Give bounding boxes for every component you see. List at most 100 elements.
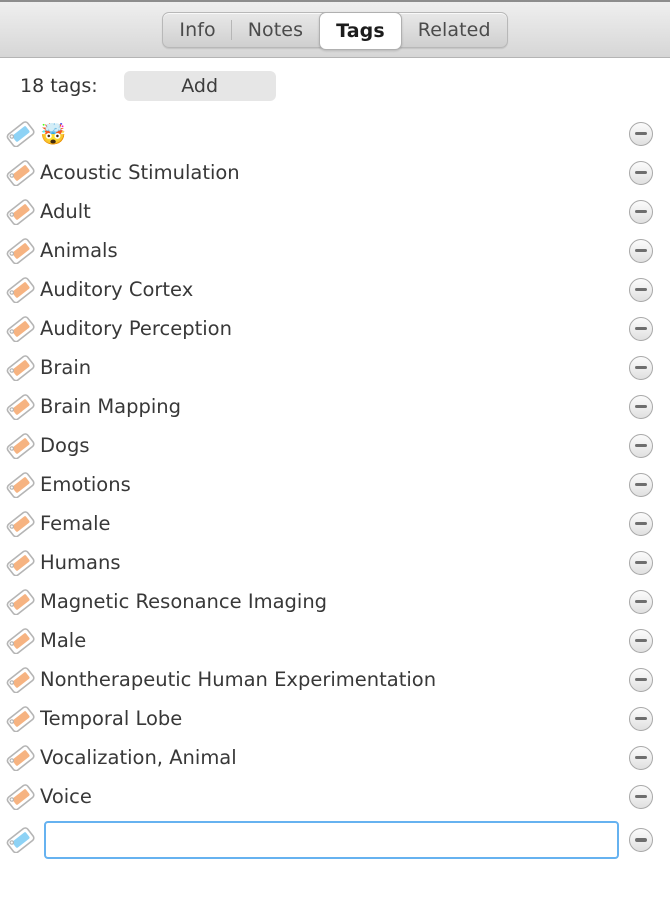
new-tag-input[interactable] — [44, 821, 619, 859]
tab-label: Tags — [336, 19, 385, 42]
tag-icon — [6, 549, 40, 577]
tag-icon — [6, 783, 40, 811]
remove-tag-button[interactable] — [629, 121, 653, 146]
minus-icon — [635, 638, 647, 643]
tag-icon — [6, 744, 40, 772]
tag-row: Female — [0, 504, 670, 543]
tag-row: Male — [0, 621, 670, 660]
tag-label[interactable]: Humans — [40, 552, 619, 573]
remove-tag-button[interactable] — [629, 706, 653, 731]
remove-tag-button[interactable] — [629, 316, 653, 341]
remove-tag-button[interactable] — [629, 511, 653, 536]
remove-tag-button[interactable] — [629, 160, 653, 185]
tag-label[interactable]: Nontherapeutic Human Experimentation — [40, 669, 619, 690]
minus-icon — [635, 838, 647, 842]
tag-icon — [6, 471, 40, 499]
tag-row: Dogs — [0, 426, 670, 465]
tag-icon — [6, 393, 40, 421]
tag-label[interactable]: Auditory Cortex — [40, 279, 619, 300]
tag-row: Magnetic Resonance Imaging — [0, 582, 670, 621]
tag-label[interactable]: Adult — [40, 201, 619, 222]
tag-icon — [6, 120, 40, 148]
minus-icon — [635, 677, 647, 682]
tag-icon — [6, 705, 40, 733]
tag-icon — [6, 510, 40, 538]
tag-label[interactable]: Magnetic Resonance Imaging — [40, 591, 619, 612]
minus-icon — [635, 209, 647, 214]
tag-label[interactable]: Animals — [40, 240, 619, 261]
remove-tag-button[interactable] — [629, 238, 653, 263]
tag-icon — [6, 354, 40, 382]
minus-icon — [635, 521, 647, 526]
minus-icon — [635, 170, 647, 175]
tag-row: Vocalization, Animal — [0, 738, 670, 777]
tag-icon — [6, 198, 40, 226]
minus-icon — [635, 326, 647, 331]
tag-count-label: 18 tags: — [20, 75, 98, 97]
remove-tag-button[interactable] — [629, 355, 653, 380]
minus-icon — [635, 443, 647, 448]
remove-tag-button[interactable] — [629, 784, 653, 809]
remove-tag-button[interactable] — [629, 589, 653, 614]
tag-icon — [6, 432, 40, 460]
remove-tag-button[interactable] — [629, 628, 653, 653]
minus-icon — [635, 365, 647, 370]
minus-icon — [635, 755, 647, 760]
tab-label: Info — [179, 18, 216, 41]
tag-row: Humans — [0, 543, 670, 582]
pane-header: Info Notes Tags Related — [0, 0, 670, 58]
tab-label: Notes — [247, 18, 304, 41]
remove-tag-button[interactable] — [629, 667, 653, 692]
new-tag-row — [0, 816, 670, 864]
tag-label[interactable]: Temporal Lobe — [40, 708, 619, 729]
tab-info[interactable]: Info — [163, 13, 232, 47]
tag-label[interactable]: Acoustic Stimulation — [40, 162, 619, 183]
minus-icon — [635, 287, 647, 292]
tag-label[interactable]: Voice — [40, 786, 619, 807]
tag-label[interactable]: Brain Mapping — [40, 396, 619, 417]
minus-icon — [635, 716, 647, 721]
tags-pane: Info Notes Tags Related 18 tags: Add 🤯 Acous… — [0, 0, 670, 898]
tab-label: Related — [417, 18, 491, 41]
tag-icon — [6, 826, 40, 854]
tag-row: Brain — [0, 348, 670, 387]
tag-label[interactable]: Vocalization, Animal — [40, 747, 619, 768]
tag-row: Adult — [0, 192, 670, 231]
tag-row: Nontherapeutic Human Experimentation — [0, 660, 670, 699]
minus-icon — [635, 248, 647, 253]
remove-tag-button[interactable] — [629, 828, 653, 852]
tag-list: 🤯 Acoustic Stimulation Adult Animals Auditor… — [0, 114, 670, 898]
remove-tag-button[interactable] — [629, 472, 653, 497]
tab-bar: Info Notes Tags Related — [162, 11, 508, 50]
tag-label[interactable]: Male — [40, 630, 619, 651]
tag-label[interactable]: Dogs — [40, 435, 619, 456]
remove-tag-button[interactable] — [629, 277, 653, 302]
tag-label[interactable]: 🤯 — [40, 123, 619, 145]
tag-icon — [6, 159, 40, 187]
minus-icon — [635, 131, 647, 136]
tag-icon — [6, 588, 40, 616]
remove-tag-button[interactable] — [629, 550, 653, 575]
remove-tag-button[interactable] — [629, 199, 653, 224]
remove-tag-button[interactable] — [629, 394, 653, 419]
tag-label[interactable]: Emotions — [40, 474, 619, 495]
tag-row: Brain Mapping — [0, 387, 670, 426]
tag-row: Auditory Cortex — [0, 270, 670, 309]
tag-label[interactable]: Auditory Perception — [40, 318, 619, 339]
tag-row: 🤯 — [0, 114, 670, 153]
add-tag-button[interactable]: Add — [123, 71, 276, 101]
remove-tag-button[interactable] — [629, 745, 653, 770]
tag-row: Animals — [0, 231, 670, 270]
tag-label[interactable]: Brain — [40, 357, 619, 378]
tab-related[interactable]: Related — [402, 13, 507, 47]
tag-icon — [6, 237, 40, 265]
tag-row: Voice — [0, 777, 670, 816]
minus-icon — [635, 560, 647, 565]
minus-icon — [635, 599, 647, 604]
tab-tags[interactable]: Tags — [319, 11, 402, 50]
remove-tag-button[interactable] — [629, 433, 653, 458]
tab-notes[interactable]: Notes — [232, 13, 319, 47]
minus-icon — [635, 404, 647, 409]
tag-label[interactable]: Female — [40, 513, 619, 534]
tag-icon — [6, 315, 40, 343]
